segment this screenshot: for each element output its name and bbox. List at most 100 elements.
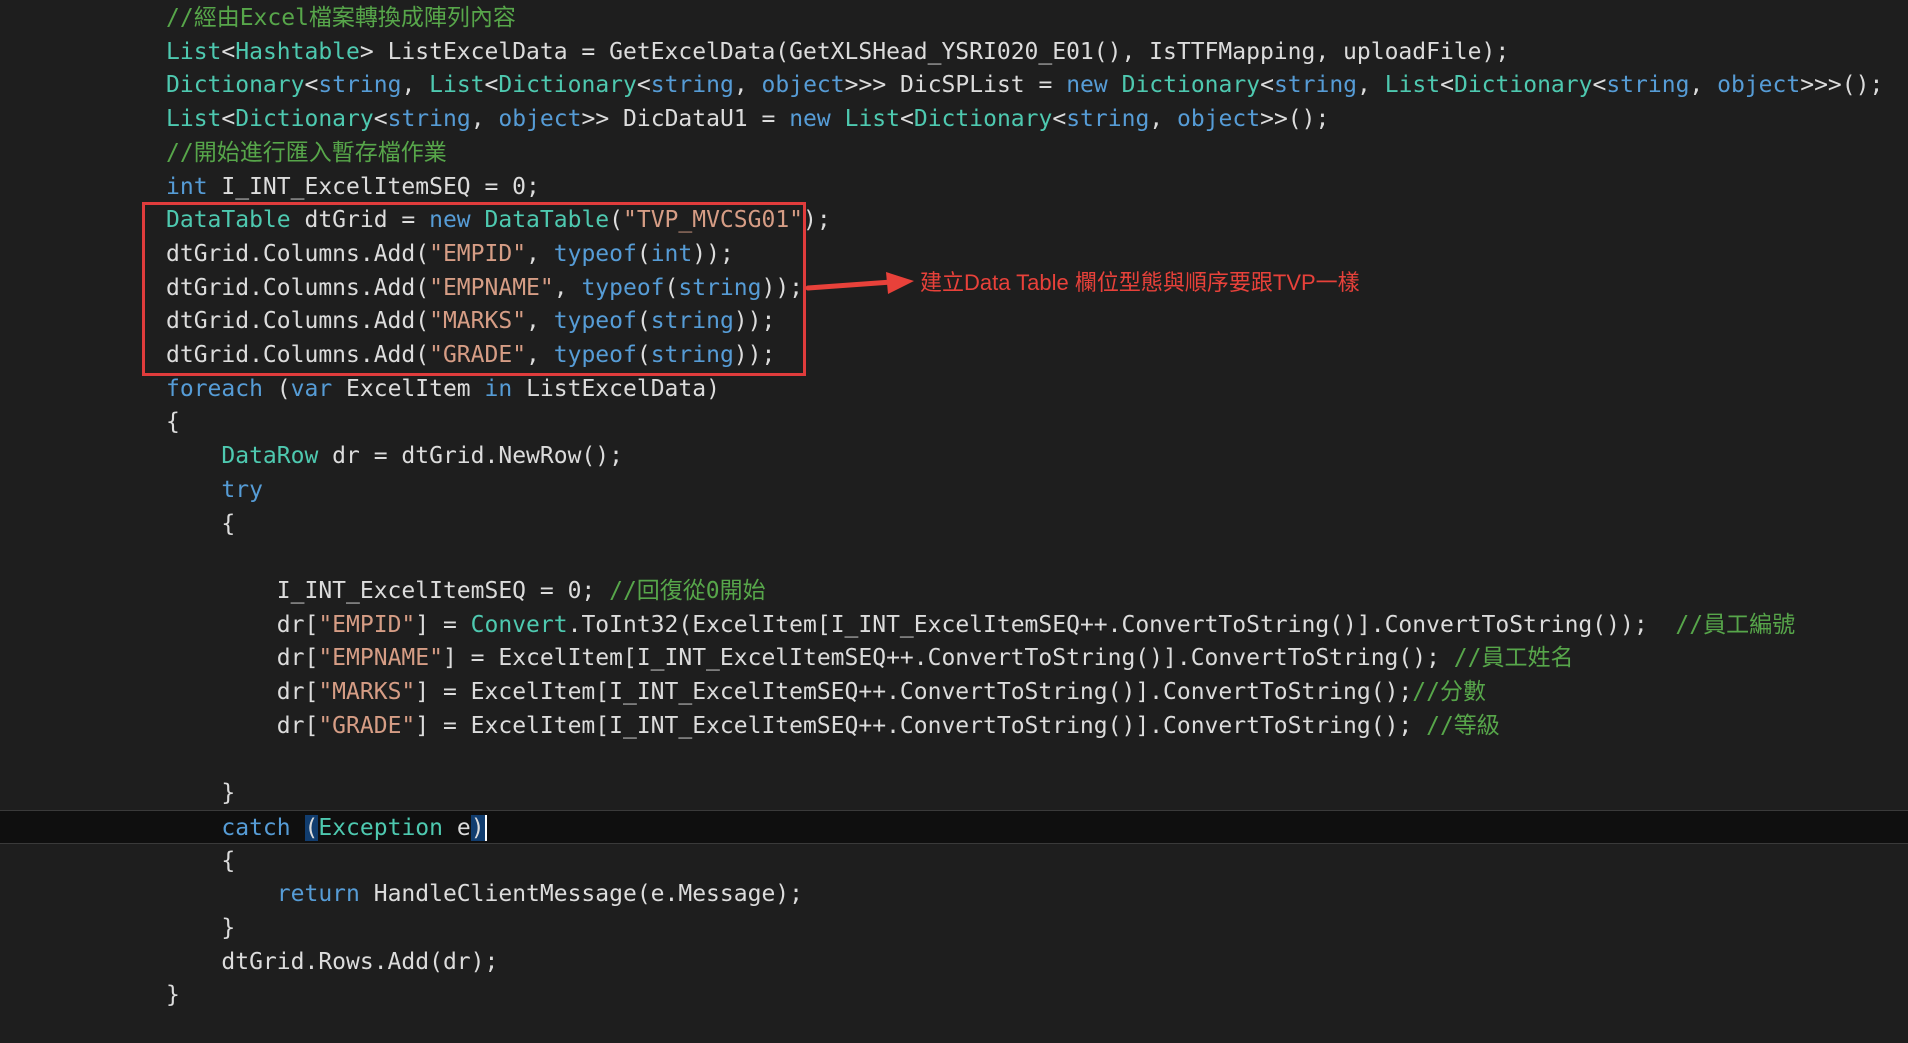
code-token-plain: < xyxy=(373,106,388,133)
code-line-text: } xyxy=(166,978,180,1012)
code-token-keyword: object xyxy=(1177,106,1261,133)
code-token-plain: dr = dtGrid.NewRow(); xyxy=(318,443,623,470)
code-line-text: catch (Exception e) xyxy=(166,811,487,845)
code-line-text: } xyxy=(166,911,235,945)
code-token-plain: ] = ExcelItem[I_INT_ExcelItemSEQ++.Conve… xyxy=(442,645,1454,672)
code-line[interactable] xyxy=(0,742,1908,776)
code-token-plain: > ListExcelData = GetExcelData(GetXLSHea… xyxy=(359,38,1510,65)
code-token-plain: dr[ xyxy=(166,611,319,638)
code-line[interactable]: List<Hashtable> ListExcelData = GetExcel… xyxy=(0,35,1908,69)
code-token-plain: dr[ xyxy=(166,645,319,672)
code-line-text: Dictionary<string, List<Dictionary<strin… xyxy=(166,68,1883,102)
code-line[interactable]: dtGrid.Rows.Add(dr); xyxy=(0,945,1908,979)
code-token-plain: ] = xyxy=(415,611,471,638)
code-token-string: "EMPID" xyxy=(318,611,416,638)
code-token-keyword: catch xyxy=(221,814,291,841)
code-line[interactable]: //開始進行匯入暫存檔作業 xyxy=(0,136,1908,170)
code-token-plain: I_INT_ExcelItemSEQ = 0; xyxy=(207,173,540,200)
code-token-plain: < xyxy=(1052,106,1067,133)
code-token-type: Hashtable xyxy=(235,38,360,65)
code-token-keyword: new xyxy=(789,106,831,133)
code-line[interactable]: return HandleClientMessage(e.Message); xyxy=(0,877,1908,911)
code-token-plain: , xyxy=(733,72,762,99)
code-token-keyword: string xyxy=(650,72,734,99)
code-token-plain: } xyxy=(166,982,180,1009)
code-line[interactable]: { xyxy=(0,405,1908,439)
code-token-plain: ); xyxy=(803,207,831,234)
code-line-text: { xyxy=(166,405,180,439)
annotation-label: 建立Data Table 欄位型態與順序要跟TVP一樣 xyxy=(920,270,1360,295)
code-line[interactable]: I_INT_ExcelItemSEQ = 0; //回復從0開始 xyxy=(0,574,1908,608)
code-line-text: List<Hashtable> ListExcelData = GetExcel… xyxy=(166,35,1509,69)
code-token-comment: //員工編號 xyxy=(1675,611,1796,638)
code-line-text: return HandleClientMessage(e.Message); xyxy=(166,877,803,911)
code-line-text: dr["EMPID"] = Convert.ToInt32(ExcelItem[… xyxy=(166,608,1795,642)
annotation-arrow-icon xyxy=(806,272,914,294)
code-line[interactable]: } xyxy=(0,911,1908,945)
code-line[interactable]: //經由Excel檔案轉換成陣列內容 xyxy=(0,1,1908,35)
code-line-text: try xyxy=(166,473,263,507)
code-line-text: DataRow dr = dtGrid.NewRow(); xyxy=(166,439,623,473)
code-line-text: } xyxy=(166,776,235,810)
code-token-plain: < xyxy=(1440,72,1454,99)
code-line[interactable]: dr["MARKS"] = ExcelItem[I_INT_ExcelItemS… xyxy=(0,675,1908,709)
code-token-type: DataRow xyxy=(221,443,319,470)
code-line[interactable]: DataRow dr = dtGrid.NewRow(); xyxy=(0,439,1908,473)
code-token-plain: , xyxy=(401,72,430,99)
code-token-keyword: var xyxy=(290,375,333,402)
code-line[interactable]: dr["GRADE"] = ExcelItem[I_INT_ExcelItemS… xyxy=(0,709,1908,743)
code-token-plain: ListExcelData) xyxy=(512,375,720,402)
code-token-plain: < xyxy=(900,106,914,133)
code-token-plain: < xyxy=(221,106,236,133)
code-line[interactable]: dr["EMPID"] = Convert.ToInt32(ExcelItem[… xyxy=(0,608,1908,642)
code-token-keyword: string xyxy=(387,106,471,133)
code-token-plain: ] = ExcelItem[I_INT_ExcelItemSEQ++.Conve… xyxy=(415,679,1413,705)
code-line[interactable]: int I_INT_ExcelItemSEQ = 0; xyxy=(0,170,1908,204)
code-token-keyword: in xyxy=(484,375,513,402)
code-line-text: { xyxy=(166,844,235,878)
code-token-type: List xyxy=(166,38,222,65)
code-token-plain: < xyxy=(484,72,499,99)
code-line[interactable] xyxy=(0,540,1908,574)
code-token-plain: < xyxy=(1260,72,1274,99)
code-token-type: List xyxy=(429,72,485,99)
code-line[interactable]: Dictionary<string, List<Dictionary<strin… xyxy=(0,68,1908,102)
code-token-plain: , xyxy=(1357,72,1385,99)
code-line-text: { xyxy=(166,507,235,541)
code-token-keyword: try xyxy=(221,476,263,503)
code-token-plain: ( xyxy=(262,375,291,402)
code-token-plain: } xyxy=(166,780,236,807)
code-token-plain: e xyxy=(442,814,471,841)
code-token-plain: dr[ xyxy=(166,712,319,739)
code-line[interactable]: } xyxy=(0,978,1908,1012)
code-token-plain: dtGrid.Rows.Add(dr); xyxy=(166,948,499,975)
code-token-plain: dr[ xyxy=(166,679,319,705)
code-token-plain: < xyxy=(636,72,651,99)
code-line[interactable]: dr["EMPNAME"] = ExcelItem[I_INT_ExcelIte… xyxy=(0,641,1908,675)
code-editor[interactable]: } dtGrid.Rows.Add(dr); } return HandleCl… xyxy=(0,0,1908,1043)
code-line[interactable]: try xyxy=(0,473,1908,507)
code-token-type: Exception xyxy=(318,814,443,841)
code-token-plain: { xyxy=(166,510,236,537)
code-token-comment: //等級 xyxy=(1426,712,1500,739)
code-line[interactable]: } xyxy=(0,776,1908,810)
highlight-box xyxy=(142,202,806,376)
code-token-keyword: foreach xyxy=(166,375,263,402)
code-token-type: Dictionary xyxy=(498,72,637,99)
text-caret xyxy=(484,815,487,842)
code-token-plain: >> DicDataU1 = xyxy=(581,106,790,133)
code-line[interactable]: foreach (var ExcelItem in ListExcelData) xyxy=(0,372,1908,406)
brace-match-token: ( xyxy=(304,814,319,841)
code-token-plain: { xyxy=(166,409,180,436)
code-line[interactable]: { xyxy=(0,844,1908,878)
code-token-keyword: object xyxy=(761,72,845,99)
code-line[interactable]: { xyxy=(0,507,1908,541)
code-line[interactable]: List<Dictionary<string, object>> DicData… xyxy=(0,102,1908,136)
brace-match-token: ) xyxy=(470,814,485,841)
code-line[interactable]: catch (Exception e) xyxy=(0,809,1908,845)
code-token-plain: , xyxy=(470,106,499,133)
code-token-plain: < xyxy=(304,72,319,99)
